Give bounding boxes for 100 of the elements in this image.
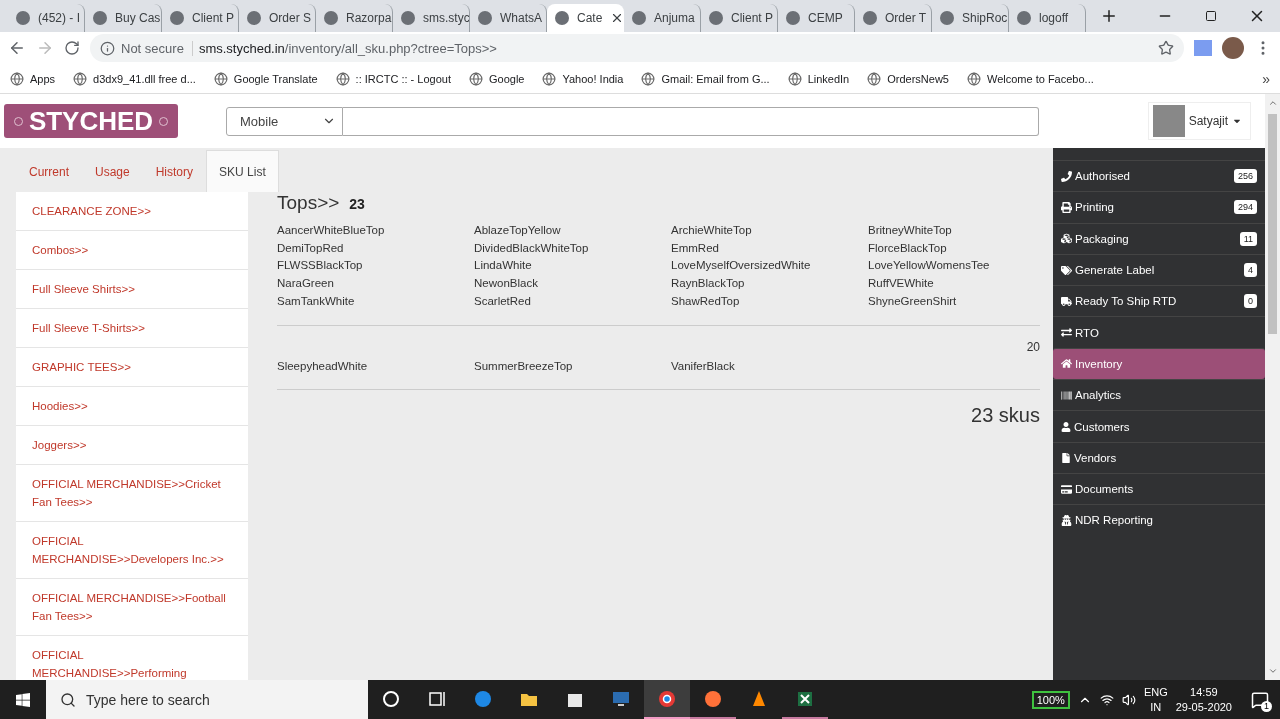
favicon-icon bbox=[478, 11, 492, 25]
group-count: 20 bbox=[1026, 339, 1040, 354]
favicon-icon bbox=[93, 11, 107, 25]
sku-name: SamTankWhite bbox=[277, 293, 356, 309]
sku-name: NewonBlack bbox=[474, 276, 539, 292]
logo[interactable]: STYCHED bbox=[4, 104, 178, 138]
page-tab[interactable]: Usage bbox=[82, 150, 143, 192]
sku-name: RaynBlackTop bbox=[671, 276, 746, 292]
sku-name: SummerBreezeTop bbox=[474, 358, 574, 374]
new-tab-icon[interactable] bbox=[1100, 7, 1118, 25]
category-link[interactable]: CLEARANCE ZONE>> bbox=[16, 192, 248, 231]
count-badge: 4 bbox=[1244, 263, 1257, 278]
taskbar-search-field[interactable]: Type here to search bbox=[46, 680, 368, 719]
info-icon[interactable] bbox=[100, 40, 115, 56]
bookmark-item[interactable]: d3dx9_41.dll free d... bbox=[73, 71, 196, 86]
category-link[interactable]: Combos>> bbox=[16, 231, 248, 270]
sku-count: 23 bbox=[349, 196, 365, 212]
scroll-down-icon[interactable] bbox=[1267, 666, 1278, 676]
windows-icon[interactable] bbox=[15, 691, 31, 708]
sku-name: DividedBlackWhiteTop bbox=[474, 240, 590, 256]
wifi-icon[interactable] bbox=[1099, 692, 1114, 707]
language-indicator[interactable]: ENG IN bbox=[1143, 684, 1168, 715]
favicon-icon bbox=[940, 11, 954, 25]
bookmark-item[interactable]: Yahoo! India bbox=[542, 71, 624, 86]
favicon-icon bbox=[170, 11, 184, 25]
scrollbar-thumb[interactable] bbox=[1268, 114, 1277, 334]
sku-name: EmmRed bbox=[671, 240, 720, 256]
category-link[interactable]: Joggers>> bbox=[16, 426, 248, 465]
sku-name: VaniferBlack bbox=[671, 358, 736, 374]
scroll-up-icon[interactable] bbox=[1267, 98, 1278, 108]
clock[interactable]: 14:59 29-05-2020 bbox=[1175, 684, 1232, 715]
sku-name: FlorceBlackTop bbox=[868, 240, 948, 256]
card-icon bbox=[1061, 483, 1072, 495]
restore-icon[interactable] bbox=[1205, 10, 1217, 22]
globe-icon bbox=[542, 71, 557, 86]
cubes-icon bbox=[1061, 233, 1072, 245]
globe-icon bbox=[641, 71, 656, 86]
scrollbar[interactable] bbox=[1265, 94, 1280, 680]
profile-avatar[interactable] bbox=[1222, 37, 1244, 59]
bookmark-item[interactable]: :: IRCTC :: - Logout bbox=[335, 71, 451, 86]
category-select[interactable]: Mobile bbox=[226, 106, 343, 136]
file-icon bbox=[1061, 452, 1071, 463]
bookmark-item[interactable]: LinkedIn bbox=[787, 71, 850, 86]
category-link[interactable]: OFFICIAL MERCHANDISE>>Developers Inc.>> bbox=[16, 522, 248, 579]
favicon-icon bbox=[786, 11, 800, 25]
sku-name: FLWSSBlackTop bbox=[277, 258, 364, 274]
favicon-icon bbox=[632, 11, 646, 25]
globe-icon bbox=[10, 71, 24, 86]
address-bar[interactable]: Not secure sms.styched.in/inventory/all_sku.php?ctree=Tops>> bbox=[90, 34, 1184, 62]
sku-name: SleepyheadWhite bbox=[277, 358, 369, 374]
bookmark-item[interactable]: Welcome to Facebo... bbox=[966, 71, 1094, 86]
sku-name: ShyneGreenShirt bbox=[868, 293, 958, 309]
bookmark-item[interactable]: Apps bbox=[10, 71, 56, 86]
count-badge: 256 bbox=[1233, 169, 1257, 184]
sku-name: LindaWhite bbox=[474, 258, 533, 274]
sku-name: DemiTopRed bbox=[277, 240, 345, 256]
globe-icon bbox=[213, 71, 228, 86]
star-icon[interactable] bbox=[1158, 40, 1174, 56]
count-badge: 11 bbox=[1239, 231, 1257, 246]
reload-icon[interactable] bbox=[64, 40, 80, 56]
bookmark-item[interactable]: Google Translate bbox=[213, 71, 318, 86]
close-icon[interactable] bbox=[610, 11, 624, 25]
user-name: Satyajit bbox=[1188, 114, 1228, 128]
more-bookmarks-button[interactable]: » bbox=[1262, 70, 1270, 87]
volume-icon[interactable] bbox=[1121, 692, 1136, 707]
print-icon bbox=[1061, 201, 1072, 213]
globe-icon bbox=[966, 71, 981, 86]
globe-icon bbox=[335, 71, 350, 86]
agent-icon bbox=[1061, 514, 1072, 526]
battery-indicator[interactable]: 100% bbox=[1031, 690, 1070, 709]
sku-name: LoveYellowWomensTee bbox=[868, 258, 991, 274]
favicon-icon bbox=[709, 11, 723, 25]
page-tab[interactable]: History bbox=[142, 150, 207, 192]
bookmark-item[interactable]: Gmail: Email from G... bbox=[641, 71, 770, 86]
back-icon[interactable] bbox=[8, 39, 26, 57]
category-link[interactable]: OFFICIAL MERCHANDISE>>Cricket Fan Tees>> bbox=[16, 465, 248, 522]
nav-item[interactable]: Inventory bbox=[1053, 347, 1265, 380]
avatar-placeholder bbox=[1152, 105, 1185, 137]
home-icon bbox=[1061, 358, 1072, 370]
user-menu[interactable]: Satyajit bbox=[1147, 102, 1251, 140]
page-tab[interactable]: Current bbox=[16, 150, 82, 192]
browser-tab[interactable]: Cate bbox=[547, 4, 624, 32]
favicon-icon bbox=[247, 11, 261, 25]
search-field[interactable] bbox=[343, 106, 1039, 136]
globe-icon bbox=[867, 71, 882, 86]
page-tab[interactable]: SKU List bbox=[206, 150, 279, 192]
user-icon bbox=[1061, 421, 1071, 432]
category-link[interactable]: Full Sleeve T-Shirts>> bbox=[16, 309, 248, 348]
count-badge: 0 bbox=[1244, 294, 1257, 309]
bookmark-item[interactable]: OrdersNew5 bbox=[867, 71, 949, 86]
sku-name: AancerWhiteBlueTop bbox=[277, 223, 386, 238]
sku-name: AblazeTopYellow bbox=[474, 223, 562, 238]
bookmark-item[interactable]: Google bbox=[469, 71, 525, 86]
category-link[interactable]: OFFICIAL MERCHANDISE>>Football Fan Tees>> bbox=[16, 579, 248, 636]
notifications-button[interactable]: 1 bbox=[1248, 687, 1272, 712]
search-icon bbox=[60, 691, 76, 708]
category-link[interactable]: Full Sleeve Shirts>> bbox=[16, 270, 248, 309]
category-link[interactable]: Hoodies>> bbox=[16, 387, 248, 426]
category-link[interactable]: GRAPHIC TEES>> bbox=[16, 348, 248, 387]
category-title: Tops>> bbox=[277, 192, 340, 214]
